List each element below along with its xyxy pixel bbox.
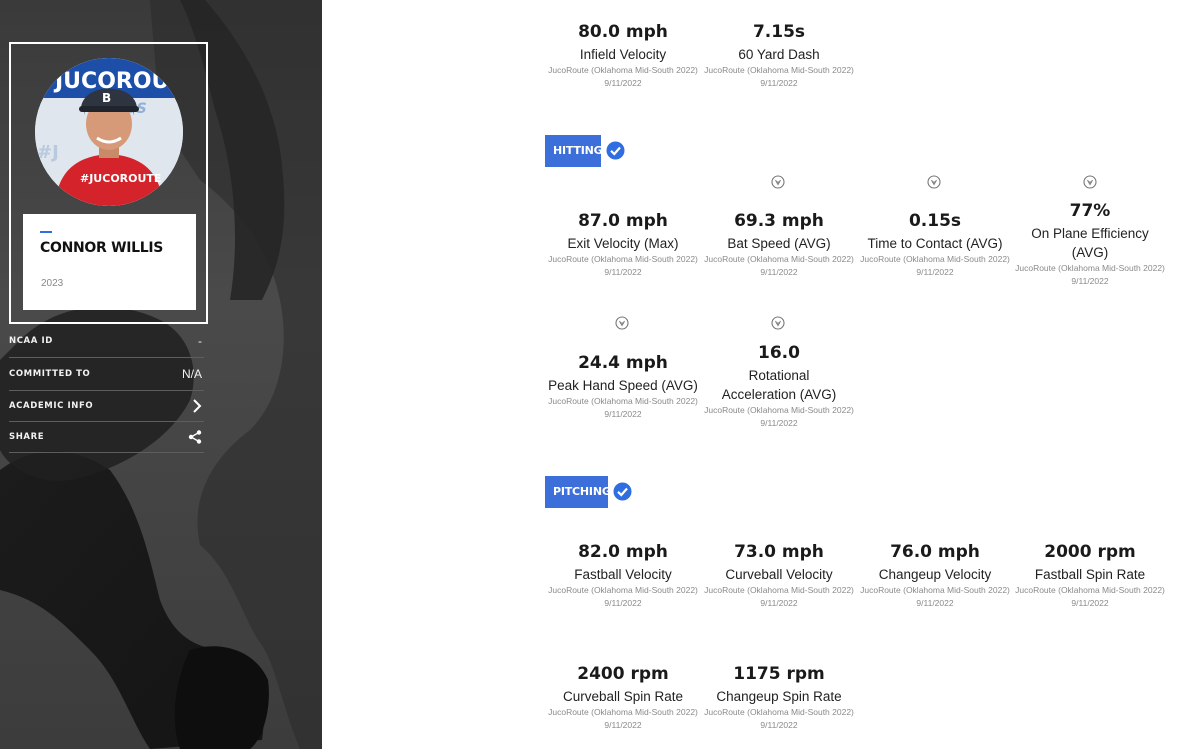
section-badge-pitching: PITCHING [545, 476, 611, 508]
stat-name: Peak Hand Speed (AVG) [548, 378, 698, 393]
stat-source: JucoRoute (Oklahoma Mid-South 2022) 9/11… [860, 585, 1010, 608]
stat-value: 16.0 [758, 343, 800, 363]
player-sidebar: JUCOROU DS #J #JUCOROUTE B CONNOR WILLIS… [0, 0, 322, 749]
stat-name: Changeup Velocity [878, 567, 992, 582]
info-label: COMMITTED TO [9, 369, 91, 379]
stat-name: Bat Speed (AVG) [727, 236, 831, 251]
graduation-year: 2023 [41, 278, 64, 289]
stat-source: JucoRoute (Oklahoma Mid-South 2022) 9/11… [548, 396, 698, 419]
info-row-academic-info[interactable]: ACADEMIC INFO [9, 391, 204, 422]
blast-sensor-icon [1083, 175, 1097, 189]
stat-card: 80.0 mph Infield Velocity JucoRoute (Okl… [545, 22, 701, 90]
stat-name: Changeup Spin Rate [716, 689, 842, 704]
stat-card: 2400 rpm Curveball Spin Rate JucoRoute (… [545, 664, 701, 732]
stat-card: 77% On Plane Efficiency (AVG) JucoRoute … [1013, 201, 1167, 288]
stat-name: Time to Contact (AVG) [867, 236, 1003, 251]
stat-card: 2000 rpm Fastball Spin Rate JucoRoute (O… [1013, 542, 1167, 610]
stat-card: 16.0 Rotational Acceleration (AVG) JucoR… [701, 343, 857, 430]
player-photo: JUCOROU DS #J #JUCOROUTE B [35, 58, 183, 206]
stat-card: 87.0 mph Exit Velocity (Max) JucoRoute (… [545, 211, 701, 279]
stat-name: Exit Velocity (Max) [567, 236, 679, 251]
blast-sensor-icon [771, 175, 785, 189]
share-icon [188, 430, 202, 444]
stat-card: 1175 rpm Changeup Spin Rate JucoRoute (O… [701, 664, 857, 732]
stat-source: JucoRoute (Oklahoma Mid-South 2022) 9/11… [704, 254, 854, 277]
blast-sensor-icon [927, 175, 941, 189]
stat-value: 87.0 mph [578, 211, 668, 231]
stat-value: 82.0 mph [578, 542, 668, 562]
stat-card: 24.4 mph Peak Hand Speed (AVG) JucoRoute… [545, 353, 701, 421]
name-accent-bar [40, 231, 52, 233]
blast-sensor-icon [771, 316, 785, 330]
stat-value: 7.15s [752, 22, 806, 42]
verified-check-icon [606, 141, 625, 160]
player-photo-image: JUCOROU DS #J #JUCOROUTE B [35, 58, 183, 206]
stat-value: 24.4 mph [578, 353, 668, 373]
player-info-list: NCAA ID - COMMITTED TO N/A ACADEMIC INFO… [9, 325, 204, 453]
stat-value: 80.0 mph [578, 22, 668, 42]
info-value: N/A [181, 367, 202, 381]
stat-name: On Plane Efficiency (AVG) [1031, 226, 1149, 260]
info-label: NCAA ID [9, 336, 53, 346]
profile-card: JUCOROU DS #J #JUCOROUTE B CONNOR WILLIS… [9, 42, 208, 324]
blast-sensor-icon [615, 316, 629, 330]
stat-source: JucoRoute (Oklahoma Mid-South 2022) 9/11… [704, 585, 854, 608]
stat-source: JucoRoute (Oklahoma Mid-South 2022) 9/11… [548, 254, 698, 277]
svg-text:#J: #J [37, 142, 59, 163]
info-value: - [198, 334, 202, 348]
stat-value: 1175 rpm [733, 664, 825, 684]
stat-card: 82.0 mph Fastball Velocity JucoRoute (Ok… [545, 542, 701, 610]
stat-value: 0.15s [908, 211, 962, 231]
svg-text:B: B [102, 91, 111, 105]
stat-source: JucoRoute (Oklahoma Mid-South 2022) 9/11… [704, 65, 854, 88]
info-row-committed-to: COMMITTED TO N/A [9, 358, 204, 391]
stat-source: JucoRoute (Oklahoma Mid-South 2022) 9/11… [548, 65, 698, 88]
stat-card: 69.3 mph Bat Speed (AVG) JucoRoute (Okla… [701, 211, 857, 279]
stat-name: Curveball Velocity [725, 567, 833, 582]
verified-check-icon [613, 482, 632, 501]
stat-source: JucoRoute (Oklahoma Mid-South 2022) 9/11… [548, 585, 698, 608]
stat-source: JucoRoute (Oklahoma Mid-South 2022) 9/11… [1015, 585, 1165, 608]
info-label: ACADEMIC INFO [9, 401, 94, 411]
name-box: CONNOR WILLIS 2023 [23, 214, 196, 310]
stat-card: 73.0 mph Curveball Velocity JucoRoute (O… [701, 542, 857, 610]
chevron-right-icon [193, 399, 202, 413]
stat-name: 60 Yard Dash [738, 47, 820, 62]
svg-text:#JUCOROUTE: #JUCOROUTE [80, 172, 161, 185]
stats-content: 80.0 mph Infield Velocity JucoRoute (Okl… [322, 0, 1200, 749]
stat-value: 69.3 mph [734, 211, 824, 231]
stat-card: 7.15s 60 Yard Dash JucoRoute (Oklahoma M… [701, 22, 857, 90]
stat-source: JucoRoute (Oklahoma Mid-South 2022) 9/11… [548, 707, 698, 730]
stat-value: 73.0 mph [734, 542, 824, 562]
stat-source: JucoRoute (Oklahoma Mid-South 2022) 9/11… [704, 707, 854, 730]
info-row-share[interactable]: SHARE [9, 422, 204, 453]
info-row-ncaa-id: NCAA ID - [9, 325, 204, 358]
stat-source: JucoRoute (Oklahoma Mid-South 2022) 9/11… [1015, 263, 1165, 286]
stat-card: 76.0 mph Changeup Velocity JucoRoute (Ok… [857, 542, 1013, 610]
stat-name: Fastball Spin Rate [1034, 567, 1146, 582]
info-label: SHARE [9, 432, 45, 442]
stat-name: Infield Velocity [579, 47, 667, 62]
stat-name: Fastball Velocity [574, 567, 672, 582]
section-badge-hitting: HITTING [545, 135, 603, 167]
stat-name: Rotational Acceleration (AVG) [721, 368, 837, 402]
stat-value: 2000 rpm [1044, 542, 1136, 562]
player-name: CONNOR WILLIS [40, 240, 164, 256]
stat-card: 0.15s Time to Contact (AVG) JucoRoute (O… [857, 211, 1013, 279]
stat-name: Curveball Spin Rate [562, 689, 684, 704]
stat-value: 76.0 mph [890, 542, 980, 562]
stat-value: 77% [1069, 201, 1111, 221]
stat-value: 2400 rpm [577, 664, 669, 684]
stat-source: JucoRoute (Oklahoma Mid-South 2022) 9/11… [704, 405, 854, 428]
stat-source: JucoRoute (Oklahoma Mid-South 2022) 9/11… [860, 254, 1010, 277]
